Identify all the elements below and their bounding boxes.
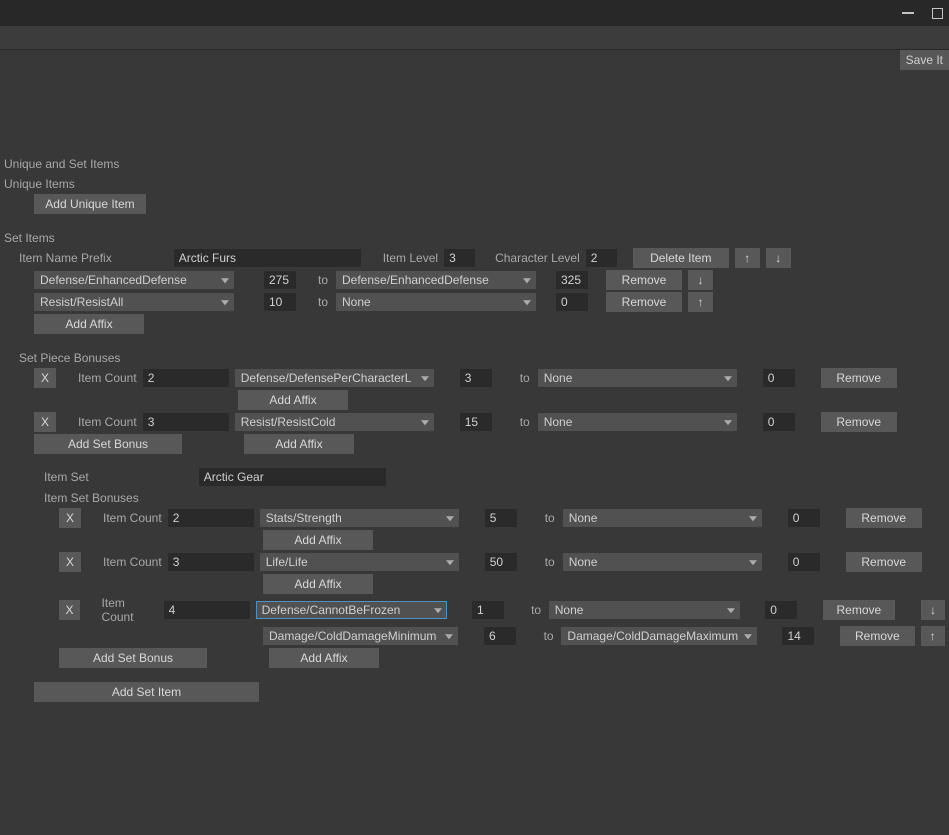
item-name-prefix-label: Item Name Prefix	[19, 251, 112, 265]
add-affix-button[interactable]: Add Affix	[34, 314, 144, 334]
remove-affix-button[interactable]: Remove	[606, 270, 682, 290]
bonus-affix-left-value[interactable]	[460, 369, 492, 387]
set-bonus-affix-right-value[interactable]	[782, 627, 814, 645]
affix-down-button[interactable]: ↓	[921, 600, 945, 620]
set-bonus-affix-left-dropdown[interactable]: Stats/Strength	[260, 509, 459, 527]
set-bonus-affix-left-value[interactable]	[485, 553, 517, 571]
item-count-label: Item Count	[78, 415, 137, 429]
to-label: to	[518, 415, 532, 429]
affix-left-dropdown[interactable]: Defense/EnhancedDefense	[34, 271, 234, 289]
item-name-prefix-input[interactable]	[174, 249, 361, 267]
set-bonus-affix-left-dropdown[interactable]: Life/Life	[260, 553, 459, 571]
set-bonus-affix-right-value[interactable]	[765, 601, 797, 619]
set-bonus-affix-left-dropdown[interactable]: Defense/CannotBeFrozen	[256, 601, 447, 619]
affix-down-button[interactable]: ↓	[688, 270, 713, 290]
bonus-affix-right-value[interactable]	[763, 369, 795, 387]
remove-set-bonus-affix-button[interactable]: Remove	[846, 508, 922, 528]
save-button[interactable]: Save It	[900, 50, 949, 70]
item-count-input[interactable]	[143, 413, 229, 431]
section-set-items: Set Items	[4, 228, 945, 248]
remove-bonus-button[interactable]: X	[34, 368, 56, 388]
to-label: to	[518, 371, 532, 385]
affix-right-dropdown[interactable]: Defense/EnhancedDefense	[336, 271, 536, 289]
set-bonus-affix-left-dropdown[interactable]: Damage/ColdDamageMinimum	[263, 627, 458, 645]
to-label: to	[316, 273, 330, 287]
set-bonus-affix-right-dropdown[interactable]: Damage/ColdDamageMaximum	[561, 627, 756, 645]
section-unique-and-set: Unique and Set Items	[4, 154, 945, 174]
affix-right-dropdown[interactable]: None	[336, 293, 536, 311]
affix-left-value[interactable]	[264, 293, 296, 311]
affix-up-button[interactable]: ↑	[921, 626, 945, 646]
bonus-affix-left-value[interactable]	[460, 413, 492, 431]
to-label: to	[543, 511, 557, 525]
remove-set-bonus-affix-button[interactable]: Remove	[846, 552, 922, 572]
set-bonus-affix-right-value[interactable]	[788, 509, 820, 527]
bonus-affix-right-value[interactable]	[763, 413, 795, 431]
item-count-label: Item Count	[78, 371, 137, 385]
to-label: to	[316, 295, 330, 309]
to-label: to	[529, 603, 542, 617]
set-bonus-affix-left-value[interactable]	[485, 509, 517, 527]
remove-set-bonus-affix-button[interactable]: Remove	[840, 626, 914, 646]
item-count-input[interactable]	[168, 553, 254, 571]
affix-right-value[interactable]	[556, 293, 588, 311]
delete-item-button[interactable]: Delete Item	[633, 248, 729, 268]
remove-set-bonus-button[interactable]: X	[59, 508, 81, 528]
toolbar	[0, 26, 949, 50]
remove-bonus-affix-button[interactable]: Remove	[821, 412, 897, 432]
to-label: to	[543, 555, 557, 569]
remove-bonus-button[interactable]: X	[34, 412, 56, 432]
remove-set-bonus-button[interactable]: X	[59, 600, 80, 620]
set-bonus-affix-left-value[interactable]	[472, 601, 504, 619]
add-set-bonus-button[interactable]: Add Set Bonus	[34, 434, 182, 454]
bonus-affix-right-dropdown[interactable]: None	[538, 369, 737, 387]
set-bonus-affix-left-value[interactable]	[484, 627, 516, 645]
set-bonus-affix-right-dropdown[interactable]: None	[563, 509, 762, 527]
remove-set-bonus-affix-button[interactable]: Remove	[823, 600, 896, 620]
add-set-item-button[interactable]: Add Set Item	[34, 682, 259, 702]
to-label: to	[542, 629, 556, 643]
affix-left-value[interactable]	[264, 271, 296, 289]
remove-affix-button[interactable]: Remove	[606, 292, 682, 312]
window-titlebar	[0, 0, 949, 26]
item-count-label: Item Count	[102, 596, 158, 624]
affix-up-button[interactable]: ↑	[688, 292, 713, 312]
remove-set-bonus-button[interactable]: X	[59, 552, 81, 572]
add-affix-button[interactable]: Add Affix	[244, 434, 354, 454]
affix-right-value[interactable]	[556, 271, 588, 289]
item-count-input[interactable]	[168, 509, 254, 527]
maximize-icon[interactable]	[932, 8, 943, 19]
character-level-label: Character Level	[495, 251, 580, 265]
set-bonus-affix-right-value[interactable]	[788, 553, 820, 571]
add-affix-button[interactable]: Add Affix	[269, 648, 379, 668]
move-item-down-button[interactable]: ↓	[766, 248, 791, 268]
affix-left-dropdown[interactable]: Resist/ResistAll	[34, 293, 234, 311]
remove-bonus-affix-button[interactable]: Remove	[821, 368, 897, 388]
bonus-affix-left-dropdown[interactable]: Defense/DefensePerCharacterL	[235, 369, 434, 387]
minimize-icon[interactable]	[902, 12, 914, 14]
add-affix-button[interactable]: Add Affix	[263, 574, 373, 594]
item-count-input[interactable]	[164, 601, 250, 619]
move-item-up-button[interactable]: ↑	[735, 248, 760, 268]
item-count-label: Item Count	[103, 555, 162, 569]
item-set-label: Item Set	[44, 470, 89, 484]
set-bonus-affix-right-dropdown[interactable]: None	[563, 553, 762, 571]
item-set-name-input[interactable]	[199, 468, 386, 486]
bonus-affix-left-dropdown[interactable]: Resist/ResistCold	[235, 413, 434, 431]
item-level-label: Item Level	[383, 251, 438, 265]
bonus-affix-right-dropdown[interactable]: None	[538, 413, 737, 431]
add-set-bonus-button[interactable]: Add Set Bonus	[59, 648, 207, 668]
add-unique-item-button[interactable]: Add Unique Item	[34, 194, 146, 214]
item-count-label: Item Count	[103, 511, 162, 525]
section-unique-items: Unique Items	[4, 174, 945, 194]
character-level-input[interactable]	[586, 249, 617, 267]
section-item-set-bonuses: Item Set Bonuses	[44, 488, 945, 508]
item-level-input[interactable]	[444, 249, 475, 267]
item-count-input[interactable]	[143, 369, 229, 387]
section-set-piece-bonuses: Set Piece Bonuses	[19, 348, 945, 368]
add-affix-button[interactable]: Add Affix	[263, 530, 373, 550]
set-bonus-affix-right-dropdown[interactable]: None	[549, 601, 740, 619]
add-affix-button[interactable]: Add Affix	[238, 390, 348, 410]
